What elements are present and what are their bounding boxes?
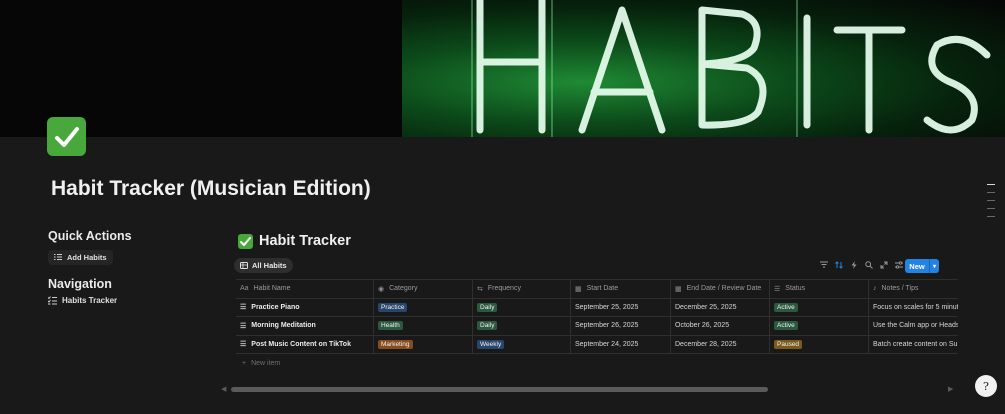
- database-title[interactable]: Habit Tracker: [238, 233, 351, 249]
- new-item-button[interactable]: + New item: [236, 354, 958, 372]
- notes-cell[interactable]: Focus on scales for 5 minut: [869, 299, 958, 317]
- checklist-icon: ☰: [240, 304, 247, 312]
- database-title-text: Habit Tracker: [259, 233, 351, 249]
- status-icon: ☰: [774, 285, 781, 293]
- notes-cell[interactable]: Batch create content on Su: [869, 336, 958, 354]
- check-mark-icon: [238, 233, 253, 249]
- scroll-left-icon[interactable]: ◀: [221, 385, 226, 393]
- frequency-cell[interactable]: Daily: [473, 298, 571, 316]
- calendar-icon: ▦: [675, 285, 682, 293]
- habit-name-cell[interactable]: ☰ Post Music Content on TikTok: [236, 335, 374, 353]
- sort-icon[interactable]: [834, 260, 843, 269]
- status-badge: Paused: [774, 339, 803, 349]
- notes-cell[interactable]: Use the Calm app or Heads: [869, 317, 958, 335]
- status-cell[interactable]: Active: [770, 317, 869, 335]
- column-header-category[interactable]: ◉ Category: [374, 280, 473, 298]
- habit-name-cell[interactable]: ☰ Practice Piano: [236, 298, 374, 316]
- habit-name-cell[interactable]: ☰ Morning Meditation: [236, 317, 374, 335]
- tag-icon: ◉: [378, 285, 385, 293]
- add-habits-label: Add Habits: [67, 252, 107, 262]
- help-button[interactable]: ?: [975, 375, 997, 397]
- table-row[interactable]: ☰ Post Music Content on TikTok Marketing …: [236, 335, 958, 354]
- view-tab-label: All Habits: [252, 261, 287, 270]
- calendar-icon: ▦: [575, 285, 582, 293]
- list-icon: [54, 254, 62, 260]
- column-header-notes[interactable]: ♪ Notes / Tips: [869, 280, 958, 298]
- category-tag: Practice: [378, 302, 408, 312]
- search-icon[interactable]: [864, 260, 873, 269]
- habits-tracker-label: Habits Tracker: [62, 295, 118, 305]
- new-item-label: New item: [251, 359, 281, 367]
- frequency-cell[interactable]: Weekly: [473, 335, 571, 353]
- status-cell[interactable]: Paused: [770, 335, 869, 353]
- habit-table: Aa Habit Name ◉ Category ⇆ Frequency ▦ Start…: [236, 279, 958, 372]
- end-date-cell[interactable]: December 28, 2025: [671, 335, 770, 353]
- category-cell[interactable]: Health: [374, 317, 473, 335]
- add-habits-button[interactable]: Add Habits: [48, 249, 113, 265]
- category-cell[interactable]: Practice: [374, 298, 473, 316]
- table-view-icon: [240, 262, 248, 269]
- status-badge: Active: [774, 302, 798, 312]
- frequency-cell[interactable]: Daily: [473, 317, 571, 335]
- end-date-cell[interactable]: December 25, 2025: [671, 298, 770, 316]
- frequency-tag: Weekly: [477, 339, 505, 349]
- start-date-cell[interactable]: September 25, 2025: [571, 298, 671, 316]
- help-icon: ?: [983, 379, 989, 393]
- horizontal-scrollbar[interactable]: [231, 387, 768, 392]
- repeat-icon: ⇆: [477, 285, 483, 293]
- table-row[interactable]: ☰ Morning Meditation Health Daily Septemb…: [236, 317, 958, 336]
- plus-icon: +: [242, 359, 247, 367]
- cover-image[interactable]: [0, 0, 1005, 137]
- settings-icon[interactable]: [894, 260, 903, 269]
- category-tag: Marketing: [378, 339, 413, 349]
- column-header-start-date[interactable]: ▦ Start Date: [571, 280, 671, 298]
- column-header-status[interactable]: ☰ Status: [770, 280, 869, 298]
- category-cell[interactable]: Marketing: [374, 335, 473, 353]
- frequency-tag: Daily: [477, 321, 498, 331]
- start-date-cell[interactable]: September 24, 2025: [571, 335, 671, 353]
- new-button-label: New: [909, 261, 925, 271]
- expand-icon[interactable]: [879, 260, 888, 269]
- column-header-frequency[interactable]: ⇆ Frequency: [473, 280, 571, 298]
- new-button[interactable]: New ▾: [905, 259, 939, 273]
- text-property-icon: Aa: [240, 285, 249, 293]
- status-cell[interactable]: Active: [770, 298, 869, 316]
- table-of-contents-indicator[interactable]: [987, 184, 995, 224]
- quick-actions-heading: Quick Actions: [48, 229, 132, 243]
- habits-tracker-link[interactable]: Habits Tracker: [48, 296, 218, 305]
- page-title: Habit Tracker (Musician Edition): [51, 177, 371, 200]
- chevron-down-icon[interactable]: ▾: [929, 259, 939, 273]
- view-tab-all-habits[interactable]: All Habits: [234, 258, 293, 273]
- checklist-icon: [48, 295, 57, 304]
- database-toolbar: [819, 260, 903, 269]
- neon-sign-art: [471, 0, 991, 137]
- music-note-icon: ♪: [873, 285, 877, 293]
- automation-icon[interactable]: [849, 260, 858, 269]
- scroll-right-icon[interactable]: ▶: [948, 385, 953, 393]
- checklist-icon: ☰: [240, 322, 247, 330]
- frequency-tag: Daily: [477, 302, 498, 312]
- table-header-row: Aa Habit Name ◉ Category ⇆ Frequency ▦ Start…: [236, 280, 958, 299]
- checklist-icon: ☰: [240, 341, 247, 349]
- end-date-cell[interactable]: October 26, 2025: [671, 317, 770, 335]
- check-mark-icon[interactable]: [47, 117, 86, 156]
- start-date-cell[interactable]: September 26, 2025: [571, 317, 671, 335]
- filter-icon[interactable]: [819, 260, 828, 269]
- category-tag: Health: [378, 321, 403, 331]
- table-row[interactable]: ☰ Practice Piano Practice Daily September…: [236, 298, 958, 317]
- navigation-heading: Navigation: [48, 276, 112, 291]
- status-badge: Active: [774, 321, 798, 331]
- column-header-habit-name[interactable]: Aa Habit Name: [236, 280, 374, 298]
- column-header-end-date[interactable]: ▦ End Date / Review Date: [671, 280, 770, 298]
